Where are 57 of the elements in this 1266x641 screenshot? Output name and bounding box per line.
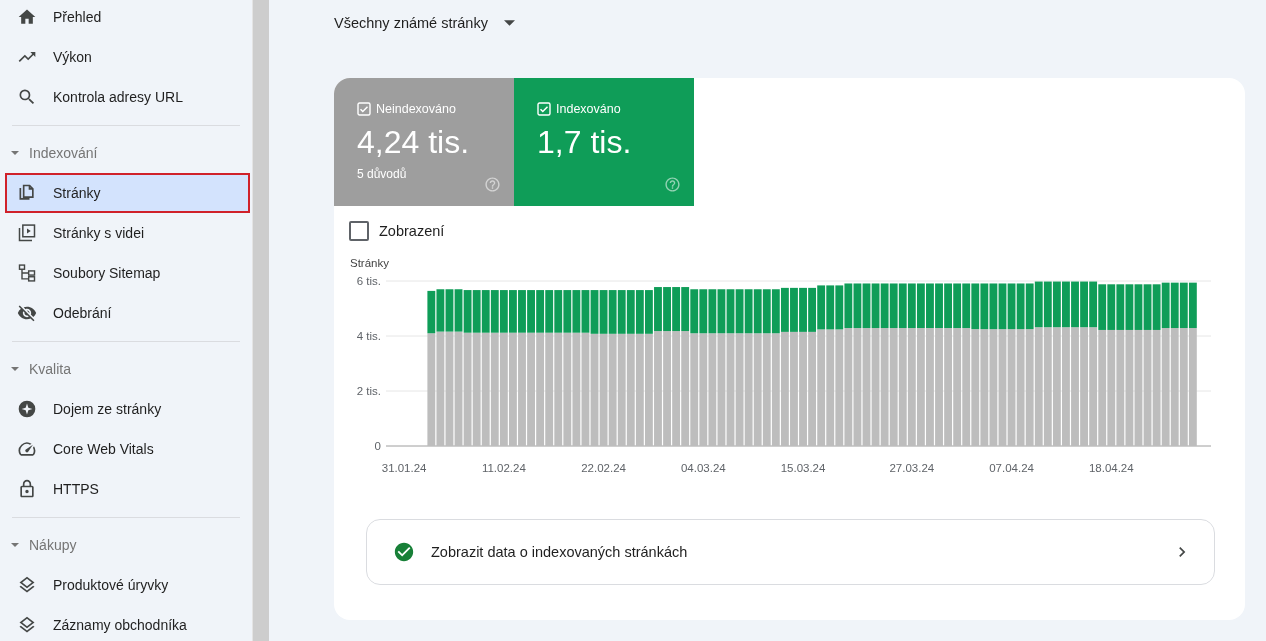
x-tick-label: 04.03.24 xyxy=(680,462,726,474)
sparkle-icon xyxy=(17,399,37,419)
axis-title: Stránky xyxy=(350,257,389,269)
nav-item[interactable]: Stránky xyxy=(5,173,250,213)
x-tick-label: 31.01.24 xyxy=(381,462,427,474)
layers-icon xyxy=(17,615,37,635)
checkbox[interactable] xyxy=(537,102,551,116)
nav-item[interactable]: Kontrola adresy URL xyxy=(0,77,250,117)
x-tick-label: 11.02.24 xyxy=(481,462,526,474)
caret-icon xyxy=(10,148,20,158)
impressions-checkbox[interactable]: Zobrazení xyxy=(349,221,445,241)
search-icon xyxy=(17,87,37,107)
caret-icon xyxy=(10,540,20,550)
section-header[interactable]: Kvalita xyxy=(0,349,252,389)
section-header[interactable]: Nákupy xyxy=(0,525,252,565)
sitemap-icon xyxy=(17,263,37,283)
nav-item[interactable]: Stránky s videi xyxy=(0,213,250,253)
nav-item[interactable]: HTTPS xyxy=(0,469,250,509)
lock-icon xyxy=(17,479,37,499)
nav-item[interactable]: Odebrání xyxy=(0,293,250,333)
tile-value: 4,24 tis. xyxy=(357,124,471,161)
layers-icon xyxy=(17,575,37,595)
nav-item[interactable]: Dojem ze stránky xyxy=(0,389,250,429)
tile-value: 1,7 tis. xyxy=(537,124,633,161)
x-tick-label: 15.03.24 xyxy=(780,462,826,474)
section-header[interactable]: Indexování xyxy=(0,133,252,173)
nav-item[interactable]: Produktové úryvky xyxy=(0,565,250,605)
nav-item[interactable]: Core Web Vitals xyxy=(0,429,250,469)
y-tick-label: 6 tis. xyxy=(356,275,381,287)
y-tick-label: 4 tis. xyxy=(356,330,381,342)
details-link[interactable]: Zobrazit data o indexovaných stránkách xyxy=(366,519,1215,585)
y-tick-label: 0 xyxy=(374,440,381,452)
video-page-icon xyxy=(17,223,37,243)
caret-icon xyxy=(10,364,20,374)
pages-filter-dropdown[interactable]: Všechny známé stránky xyxy=(334,12,515,34)
help-icon[interactable] xyxy=(664,176,681,193)
gauge-icon xyxy=(17,439,37,459)
tile-note: 5 důvodů xyxy=(357,167,408,181)
nav-item[interactable]: Přehled xyxy=(0,0,250,37)
eye-off-icon xyxy=(17,303,37,323)
y-tick-label: 2 tis. xyxy=(356,385,381,397)
home-icon xyxy=(17,7,37,27)
x-tick-label: 22.02.24 xyxy=(581,462,626,474)
nav-item[interactable]: Soubory Sitemap xyxy=(0,253,250,293)
tile-label: Neindexováno xyxy=(376,102,456,116)
metric-tile[interactable]: Indexováno 1,7 tis. xyxy=(514,78,694,206)
scrollbar[interactable] xyxy=(252,0,269,641)
nav-item[interactable]: Výkon xyxy=(0,37,250,77)
caret-icon xyxy=(503,19,515,27)
tile-label: Indexováno xyxy=(556,102,621,116)
checkbox[interactable] xyxy=(357,102,371,116)
x-tick-label: 07.04.24 xyxy=(989,462,1034,474)
x-tick-label: 18.04.24 xyxy=(1088,462,1134,474)
help-icon[interactable] xyxy=(484,176,501,193)
pages-icon xyxy=(17,183,37,203)
x-tick-label: 27.03.24 xyxy=(889,462,935,474)
nav-item[interactable]: Záznamy obchodníka xyxy=(0,605,250,641)
